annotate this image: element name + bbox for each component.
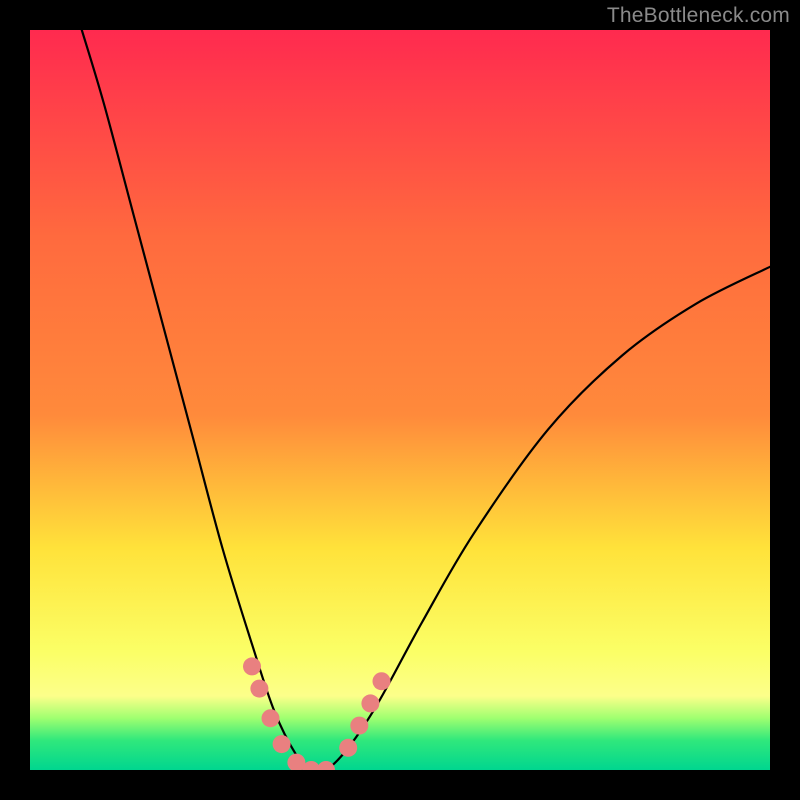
- curve-marker: [339, 739, 357, 757]
- bottleneck-chart: [0, 0, 800, 800]
- watermark-text: TheBottleneck.com: [607, 4, 790, 28]
- curve-marker: [250, 680, 268, 698]
- curve-marker: [361, 694, 379, 712]
- curve-marker: [273, 735, 291, 753]
- curve-marker: [262, 709, 280, 727]
- curve-marker: [243, 657, 261, 675]
- curve-marker: [350, 717, 368, 735]
- curve-marker: [317, 761, 335, 779]
- chart-stage: TheBottleneck.com: [0, 0, 800, 800]
- curve-marker: [373, 672, 391, 690]
- plot-background: [30, 30, 770, 770]
